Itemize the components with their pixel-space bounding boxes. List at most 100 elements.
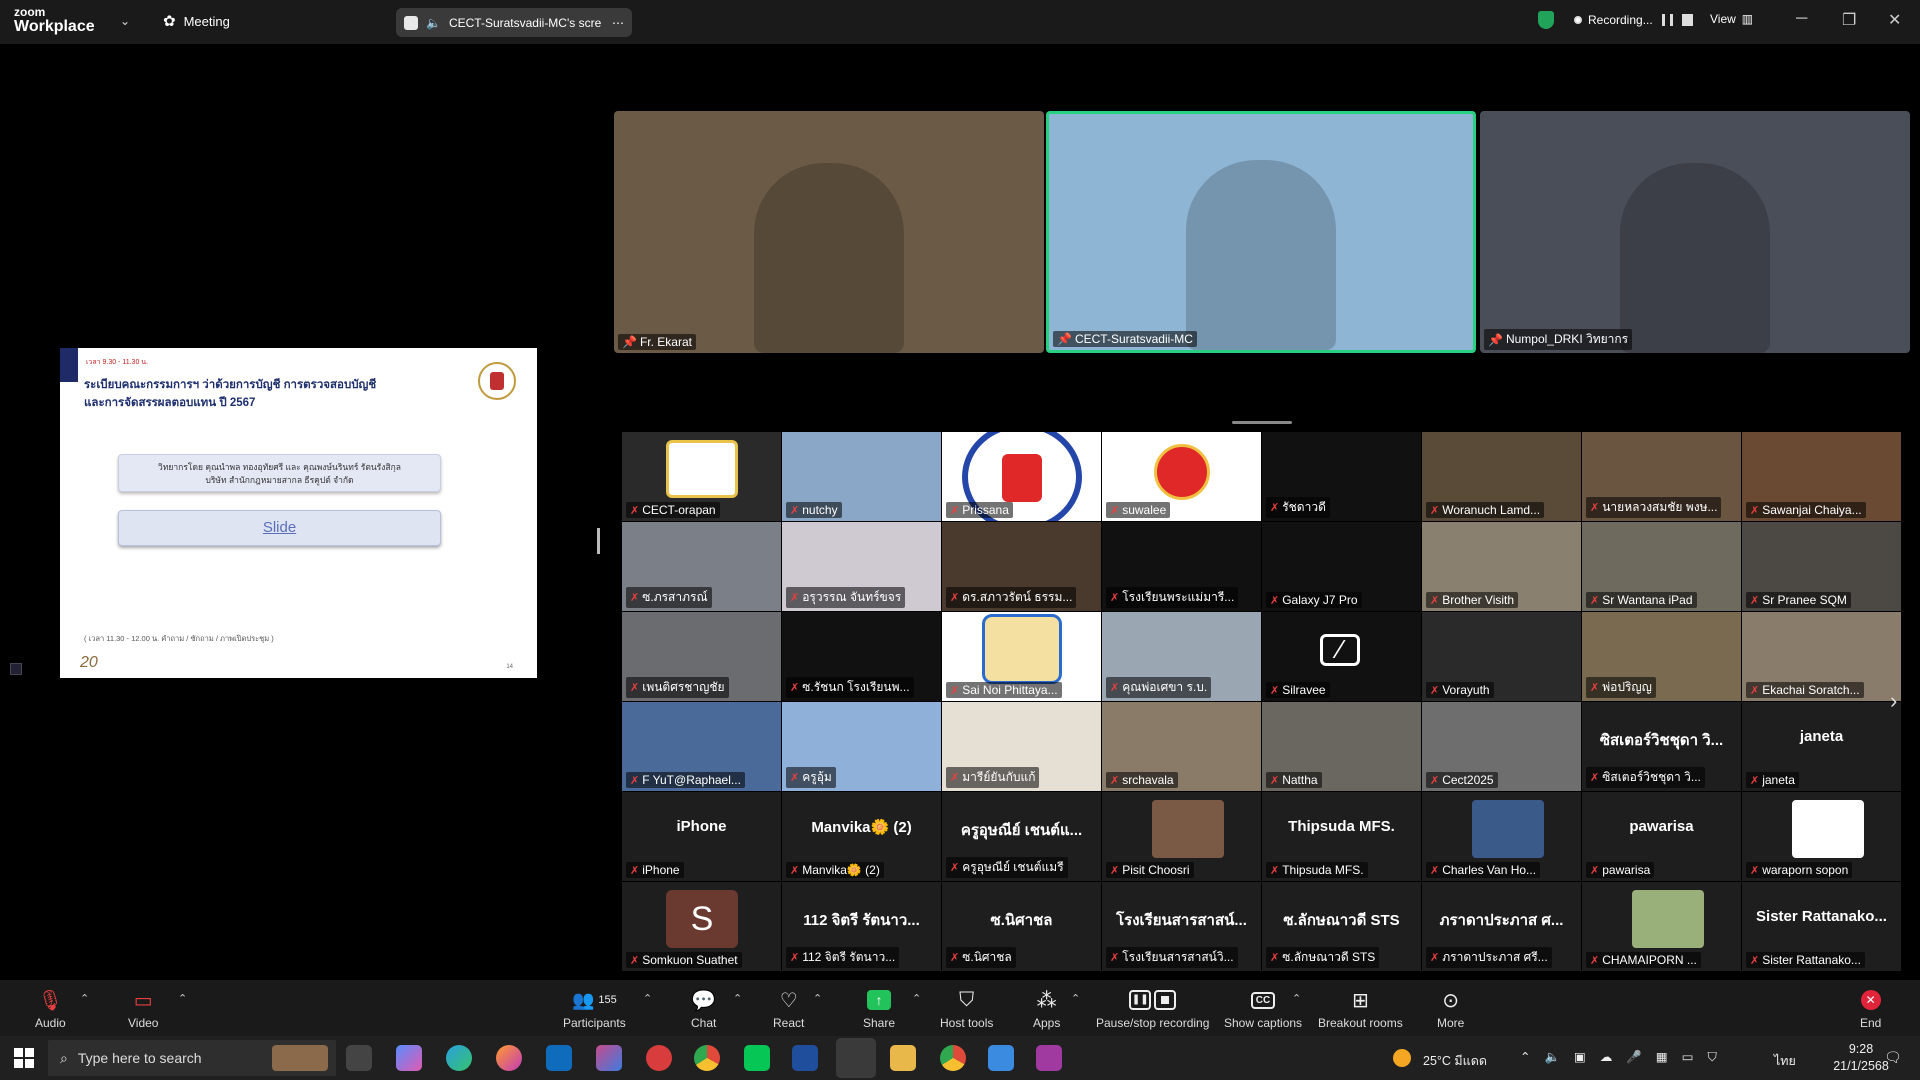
video-button[interactable]: ▭ Video	[128, 988, 158, 1031]
participant-tile[interactable]: ✗ waraporn sopon	[1742, 792, 1901, 881]
participant-tile[interactable]: pawarisa ✗ pawarisa	[1582, 792, 1741, 881]
participant-tile[interactable]: ซิสเตอร์วิชชุดา วิ... ✗ ซิสเตอร์วิชชุดา วิ…	[1582, 702, 1741, 791]
participant-tile[interactable]: Thipsuda MFS. ✗ Thipsuda MFS.	[1262, 792, 1421, 881]
participant-tile[interactable]: S ✗ Somkuon Suathet	[622, 882, 781, 971]
participant-tile[interactable]: ครูอุษณีย์ เชนต์แ... ✗ ครูอุษณีย์ เชนต์แมร…	[942, 792, 1101, 881]
participant-tile[interactable]: ✗ Vorayuth	[1422, 612, 1581, 701]
participant-tile[interactable]: ✗ คุณพ่อเศขา ร.บ.	[1102, 612, 1261, 701]
participant-tile[interactable]: ✗ Sr Wantana iPad	[1582, 522, 1741, 611]
host-tools-button[interactable]: ⛉ Host tools	[940, 988, 993, 1031]
slide-link-button[interactable]: Slide	[118, 510, 441, 546]
zoom-taskbar-icon[interactable]	[836, 1038, 876, 1078]
file-explorer-icon[interactable]	[890, 1045, 916, 1071]
close-window-button[interactable]: ✕	[1888, 10, 1901, 30]
input-language[interactable]: ไทย	[1774, 1051, 1796, 1071]
photos-icon[interactable]	[988, 1045, 1014, 1071]
participant-tile[interactable]: ซ.ลักษณาวดี STS ✗ ซ.ลักษณาวดี STS	[1262, 882, 1421, 971]
pause-stop-recording-button[interactable]: ❚❚ Pause/stop recording	[1096, 988, 1209, 1030]
captions-chevron-icon[interactable]: ⌃	[1292, 992, 1301, 1005]
participant-tile[interactable]: ✗ เพนติศรชาญชัย	[622, 612, 781, 701]
participant-tile[interactable]: 112 จิตรี รัตนาว... ✗ 112 จิตรี รัตนาว...	[782, 882, 941, 971]
speaker-tile[interactable]: 📌 Fr. Ekarat	[614, 111, 1044, 353]
participant-tile[interactable]: ✗ srchavala	[1102, 702, 1261, 791]
audio-options-chevron-icon[interactable]: ⌃	[80, 992, 89, 1005]
apps-chevron-icon[interactable]: ⌃	[1071, 992, 1080, 1005]
strip-divider-handle[interactable]	[1232, 421, 1292, 424]
participant-tile[interactable]: ✗ ครูอุ้ม	[782, 702, 941, 791]
participant-tile[interactable]: Sister Rattanako... ✗ Sister Rattanako...	[1742, 882, 1901, 971]
app-purple-icon[interactable]	[1036, 1045, 1062, 1071]
speaker-tile[interactable]: 📌 Numpol_DRKI วิทยากร	[1480, 111, 1910, 353]
task-view-icon[interactable]	[346, 1045, 372, 1071]
chrome2-icon[interactable]	[940, 1045, 966, 1071]
stop-recording-icon[interactable]	[1681, 14, 1693, 26]
participant-tile[interactable]: ✗ Ekachai Soratch...	[1742, 612, 1901, 701]
end-meeting-button[interactable]: ✕ End	[1860, 988, 1881, 1030]
brand-menu-chevron-icon[interactable]: ⌄	[120, 14, 130, 28]
participant-tile[interactable]: ✗ ซ.ภรสาภรณ์	[622, 522, 781, 611]
participants-chevron-icon[interactable]: ⌃	[643, 992, 652, 1005]
participant-tile[interactable]: ✗ มารีย์ยันกับแก้	[942, 702, 1101, 791]
share-corner-icon[interactable]	[10, 663, 22, 675]
copilot-icon[interactable]	[396, 1045, 422, 1071]
share-resize-handle[interactable]	[597, 528, 600, 554]
participant-tile[interactable]: ✗ Charles Van Ho...	[1422, 792, 1581, 881]
participant-tile[interactable]: ✗ Sr Pranee SQM	[1742, 522, 1901, 611]
edge-icon[interactable]	[446, 1045, 472, 1071]
participant-tile[interactable]: ✗ Pisit Choosri	[1102, 792, 1261, 881]
restore-button[interactable]: ❐	[1842, 10, 1856, 30]
screen-share-indicator[interactable]: 🔈 CECT-Suratsvadii-MC's scre ⋯	[396, 8, 632, 37]
pause-recording-icon[interactable]	[1661, 14, 1673, 26]
chat-chevron-icon[interactable]: ⌃	[733, 992, 742, 1005]
firefox-icon[interactable]	[496, 1045, 522, 1071]
participant-tile[interactable]: iPhone ✗ iPhone	[622, 792, 781, 881]
taskbar-search-input[interactable]: ⌕ Type here to search	[48, 1040, 336, 1076]
participant-tile[interactable]: ✗ CHAMAIPORN ...	[1582, 882, 1741, 971]
participant-tile[interactable]: ✗ Prissana	[942, 432, 1101, 521]
app-red-icon[interactable]	[646, 1045, 672, 1071]
view-button[interactable]: View ▥	[1710, 12, 1753, 26]
office-icon[interactable]	[596, 1045, 622, 1071]
apps-button[interactable]: ⁂ Apps	[1033, 988, 1060, 1031]
speaker-tile[interactable]: 📌 CECT-Suratsvadii-MC	[1046, 111, 1476, 353]
react-button[interactable]: ♡ React	[773, 988, 804, 1031]
word-icon[interactable]	[792, 1045, 818, 1071]
video-options-chevron-icon[interactable]: ⌃	[178, 992, 187, 1005]
tray-icons[interactable]: ⌃🔈▣☁🎤▦▭⛉	[1520, 1049, 1731, 1065]
share-chevron-icon[interactable]: ⌃	[912, 992, 921, 1005]
participant-tile[interactable]: ✗ Galaxy J7 Pro	[1262, 522, 1421, 611]
start-windows-icon[interactable]	[14, 1048, 34, 1068]
participants-button[interactable]: 👥 155 Participants	[563, 988, 626, 1031]
participant-tile[interactable]: ✗ ดร.สภาวรัตน์ ธรรม...	[942, 522, 1101, 611]
participant-tile[interactable]: ✗ Brother Visith	[1422, 522, 1581, 611]
participant-tile[interactable]: janeta ✗ janeta	[1742, 702, 1901, 791]
participant-tile[interactable]: ⁄ ✗ Silravee	[1262, 612, 1421, 701]
share-button[interactable]: ↑ Share	[863, 988, 895, 1030]
participant-tile[interactable]: ✗ รัชดาวดี	[1262, 432, 1421, 521]
line-icon[interactable]	[744, 1045, 770, 1071]
participant-tile[interactable]: ✗ nutchy	[782, 432, 941, 521]
breakout-rooms-button[interactable]: ⊞ Breakout rooms	[1318, 988, 1403, 1031]
encryption-shield-icon[interactable]	[1538, 11, 1554, 29]
outlook-icon[interactable]	[546, 1045, 572, 1071]
participant-tile[interactable]: ซ.นิศาชล ✗ ซ.นิศาชล	[942, 882, 1101, 971]
participant-tile[interactable]: ✗ Sawanjai Chaiya...	[1742, 432, 1901, 521]
more-button[interactable]: ⊙ More	[1437, 988, 1464, 1031]
participant-tile[interactable]: ✗ F YuT@Raphael...	[622, 702, 781, 791]
notification-icon[interactable]: 🗨	[1884, 1049, 1902, 1066]
participant-tile[interactable]: Manvika🌼 (2) ✗ Manvika🌼 (2)	[782, 792, 941, 881]
chrome-icon[interactable]	[694, 1045, 720, 1071]
captions-button[interactable]: CC Show captions	[1224, 988, 1302, 1030]
participant-tile[interactable]: ✗ พ่อปริญญ	[1582, 612, 1741, 701]
react-chevron-icon[interactable]: ⌃	[813, 992, 822, 1005]
participant-tile[interactable]: ✗ suwalee	[1102, 432, 1261, 521]
chat-button[interactable]: 💬 Chat	[691, 988, 716, 1031]
weather-temp[interactable]: 25°C มีแดด	[1423, 1051, 1487, 1071]
participant-tile[interactable]: ✗ CECT-orapan	[622, 432, 781, 521]
more-options-icon[interactable]: ⋯	[612, 16, 624, 30]
participant-tile[interactable]: ภราดาประภาส ศ... ✗ ภราดาประภาส ศรี...	[1422, 882, 1581, 971]
participant-tile[interactable]: ✗ Woranuch Lamd...	[1422, 432, 1581, 521]
next-page-chevron-icon[interactable]: ›	[1890, 688, 1897, 714]
audio-button[interactable]: 🎙 Audio	[35, 988, 66, 1031]
participant-tile[interactable]: ✗ Nattha	[1262, 702, 1421, 791]
